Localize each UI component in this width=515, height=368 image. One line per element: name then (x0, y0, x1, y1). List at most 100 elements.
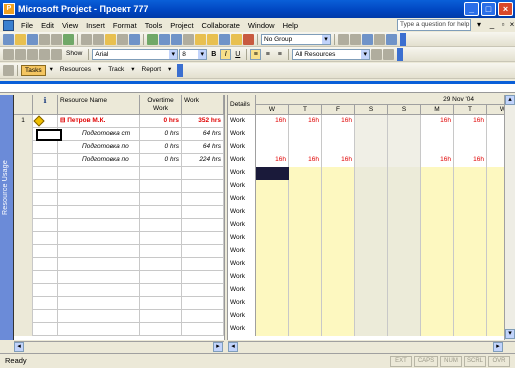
usage-cell[interactable] (322, 206, 355, 219)
usage-cell[interactable] (454, 128, 487, 141)
usage-cell[interactable] (388, 258, 421, 271)
usage-cell[interactable]: 16h (454, 154, 487, 167)
resource-name-cell[interactable]: Подготовка по (58, 154, 140, 167)
usage-cell[interactable] (322, 245, 355, 258)
table-row[interactable] (14, 193, 224, 206)
work-cell[interactable]: 224 hrs (182, 154, 224, 167)
usage-cell[interactable] (421, 284, 454, 297)
work-cell[interactable] (182, 180, 224, 193)
usage-cell[interactable] (256, 323, 289, 336)
hide-subtasks-icon[interactable] (51, 48, 62, 60)
table-row[interactable] (14, 297, 224, 310)
scroll-up-icon[interactable]: ▴ (505, 95, 515, 105)
usage-cell[interactable] (355, 232, 388, 245)
usage-cell[interactable] (421, 141, 454, 154)
overtime-cell[interactable] (140, 232, 182, 245)
usage-row[interactable]: Work (228, 245, 515, 258)
doc-minimize-icon[interactable]: _ (487, 20, 497, 29)
usage-cell[interactable] (388, 297, 421, 310)
usage-cell[interactable] (256, 310, 289, 323)
work-cell[interactable] (182, 284, 224, 297)
usage-cell[interactable] (388, 245, 421, 258)
usage-cell[interactable] (355, 310, 388, 323)
guide-resources-dropdown-icon[interactable]: ▾ (95, 65, 104, 76)
table-row[interactable] (14, 310, 224, 323)
usage-cell[interactable] (355, 128, 388, 141)
usage-cell[interactable] (454, 206, 487, 219)
table-row[interactable] (14, 245, 224, 258)
row-id-cell[interactable] (14, 284, 33, 297)
usage-cell[interactable] (421, 310, 454, 323)
usage-cell[interactable] (421, 167, 454, 180)
guide-toggle-icon[interactable] (3, 65, 14, 76)
table-row[interactable] (14, 271, 224, 284)
usage-cell[interactable] (256, 232, 289, 245)
usage-cell[interactable] (355, 115, 388, 128)
work-cell[interactable] (182, 167, 224, 180)
work-cell[interactable]: 352 hrs (182, 115, 224, 128)
usage-cell[interactable] (322, 284, 355, 297)
usage-cell[interactable] (454, 193, 487, 206)
usage-cell[interactable]: 16h (454, 115, 487, 128)
overtime-cell[interactable] (140, 180, 182, 193)
usage-cell[interactable] (289, 206, 322, 219)
font-name-combo[interactable]: Arial (92, 48, 179, 60)
usage-row[interactable]: Work (228, 310, 515, 323)
usage-row[interactable]: Work (228, 219, 515, 232)
row-id-cell[interactable] (14, 297, 33, 310)
usage-cell[interactable] (421, 232, 454, 245)
copy-picture-icon[interactable] (243, 33, 254, 45)
usage-cell[interactable] (289, 180, 322, 193)
usage-cell[interactable] (256, 141, 289, 154)
row-id-cell[interactable] (14, 245, 33, 258)
doc-close-icon[interactable]: × (507, 20, 515, 29)
usage-cell[interactable] (355, 258, 388, 271)
guide-report-button[interactable]: Report (139, 65, 165, 76)
print-icon[interactable] (39, 33, 50, 45)
usage-cell[interactable] (256, 128, 289, 141)
filter-combo[interactable]: All Resources (292, 48, 371, 60)
scroll-left-icon[interactable]: ◂ (14, 342, 24, 352)
table-row[interactable]: Подготовка по 0 hrs 224 hrs (14, 154, 224, 167)
row-id-cell[interactable] (14, 232, 33, 245)
indicator-cell[interactable] (33, 310, 58, 323)
usage-row[interactable]: Work (228, 128, 515, 141)
usage-cell[interactable] (322, 193, 355, 206)
row-id-cell[interactable] (14, 271, 33, 284)
usage-cell[interactable] (388, 115, 421, 128)
indicator-cell[interactable] (33, 232, 58, 245)
usage-cell[interactable] (388, 232, 421, 245)
usage-cell[interactable] (454, 141, 487, 154)
link-tasks-icon[interactable] (159, 33, 170, 45)
table-row[interactable] (14, 180, 224, 193)
menu-project[interactable]: Project (166, 21, 197, 30)
goto-task-icon[interactable] (362, 33, 373, 45)
resource-name-cell[interactable] (58, 323, 140, 336)
menu-tools[interactable]: Tools (141, 21, 167, 30)
scroll-right-icon[interactable]: ▸ (213, 342, 223, 352)
row-id-cell[interactable] (14, 167, 33, 180)
indicator-cell[interactable] (33, 180, 58, 193)
document-icon[interactable] (3, 19, 14, 31)
indicator-cell[interactable] (33, 323, 58, 336)
usage-cell[interactable] (388, 141, 421, 154)
resource-name-cell[interactable]: Подготовка по (58, 141, 140, 154)
usage-cell[interactable] (289, 141, 322, 154)
usage-cell[interactable] (322, 297, 355, 310)
resource-name-cell[interactable] (58, 180, 140, 193)
minimize-button[interactable]: _ (464, 2, 479, 16)
guide-report-dropdown-icon[interactable]: ▾ (165, 65, 174, 76)
usage-cell[interactable] (355, 193, 388, 206)
usage-cell[interactable] (388, 219, 421, 232)
usage-cell[interactable] (454, 245, 487, 258)
format-painter-icon[interactable] (117, 33, 128, 45)
guide-tasks-dropdown-icon[interactable]: ▾ (47, 65, 56, 76)
resource-name-cell[interactable] (58, 206, 140, 219)
selected-cell[interactable] (36, 129, 62, 141)
usage-row[interactable]: Work (228, 232, 515, 245)
menu-collaborate[interactable]: Collaborate (198, 21, 244, 30)
usage-cell[interactable] (322, 258, 355, 271)
usage-cell[interactable] (388, 206, 421, 219)
usage-cell[interactable] (256, 219, 289, 232)
overtime-cell[interactable] (140, 219, 182, 232)
